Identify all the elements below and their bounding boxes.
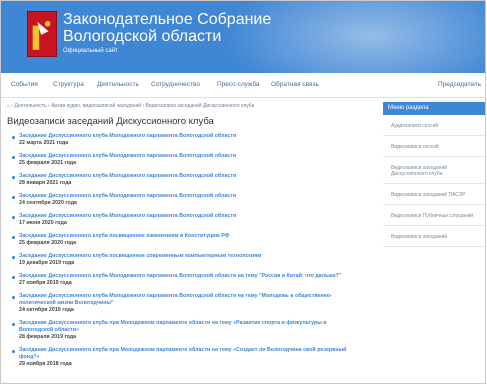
entry-link[interactable]: Заседание Дискуссионного клуба посвященн…	[19, 253, 359, 260]
entry-date: 25 февраля 2020 года	[19, 240, 77, 246]
list-item: Заседание Дискуссионного клуба Молодежно…	[12, 153, 359, 167]
entry-link[interactable]: Заседание Дискуссионного клуба Молодежно…	[19, 133, 359, 140]
nav-item-press-service[interactable]: Пресс-служба	[217, 81, 260, 88]
entry-date: 25 февраля 2021 года	[19, 160, 77, 166]
breadcrumb-path[interactable]: › Деятельность › Архив аудио, видеозапис…	[11, 103, 254, 109]
list-item: Заседание Дискуссионного клуба Молодежно…	[12, 213, 359, 227]
entry-link[interactable]: Заседание Дискуссионного клуба посвященн…	[19, 233, 359, 240]
sidebar-item-discussion-club[interactable]: Видеозаписи заседаний Дискуссионного клу…	[383, 157, 485, 184]
list-item: Заседание Дискуссионного клуба Молодежно…	[12, 133, 359, 147]
entry-date: 27 ноября 2019 года	[19, 280, 72, 286]
video-list: Заседание Дискуссионного клуба Молодежно…	[12, 133, 359, 374]
entry-date: 24 сентября 2020 года	[19, 200, 78, 206]
entry-link[interactable]: Заседание Дискуссионного клуба Молодежно…	[19, 193, 359, 200]
page-title: Видеозаписи заседаний Дискуссионного клу…	[7, 116, 214, 127]
site-title-line2: Вологодской области	[63, 28, 222, 45]
site-subtitle: Официальный сайт	[63, 48, 118, 54]
nav-item-feedback[interactable]: Обратная связь	[271, 81, 319, 88]
site-title-line1: Законодательное Собрание	[63, 11, 272, 28]
entry-link[interactable]: Заседание Дискуссионного клуба при Молод…	[19, 320, 359, 334]
nav-item-activity[interactable]: Деятельность	[97, 81, 139, 88]
section-menu-heading: Меню раздела	[383, 102, 485, 115]
coat-of-arms-graphic	[28, 12, 56, 56]
sidebar-item-public-hearings[interactable]: Видеозаписи Публичных слушаний	[383, 205, 485, 226]
site-header: Законодательное Собрание Вологодской обл…	[1, 1, 485, 73]
list-item: Заседание Дискуссионного клуба при Молод…	[12, 347, 359, 368]
nav-item-chairman[interactable]: Председатель	[438, 81, 481, 88]
coat-of-arms-icon[interactable]	[27, 11, 57, 57]
home-icon[interactable]: ⌂	[7, 103, 10, 109]
list-item: Заседание Дискуссионного клуба посвященн…	[12, 253, 359, 267]
sidebar-item-video-sessions[interactable]: Видеозаписи сессий	[383, 136, 485, 157]
entry-link[interactable]: Заседание Дискуссионного клуба Молодежно…	[19, 173, 359, 180]
entry-link[interactable]: Заседание Дискуссионного клуба при Молод…	[19, 347, 359, 361]
list-item: Заседание Дискуссионного клуба Молодежно…	[12, 293, 359, 314]
nav-item-events[interactable]: События	[11, 81, 38, 88]
list-item: Заседание Дискуссионного клуба при Молод…	[12, 320, 359, 341]
entry-link[interactable]: Заседание Дискуссионного клуба Молодежно…	[19, 273, 359, 280]
list-item: Заседание Дискуссионного клуба посвященн…	[12, 233, 359, 247]
site-title[interactable]: Законодательное Собрание Вологодской обл…	[63, 11, 271, 45]
entry-date: 24 октября 2019 года	[19, 307, 74, 313]
breadcrumb: ⌂ › Деятельность › Архив аудио, видеозап…	[7, 103, 254, 109]
section-menu: Меню раздела Аудиозаписи сессий Видеозап…	[383, 102, 485, 247]
list-item: Заседание Дискуссионного клуба Молодежно…	[12, 193, 359, 207]
entry-date: 22 марта 2021 года	[19, 140, 69, 146]
entry-date: 29 ноября 2018 года	[19, 361, 72, 367]
entry-link[interactable]: Заседание Дискуссионного клуба Молодежно…	[19, 153, 359, 160]
list-item: Заседание Дискуссионного клуба Молодежно…	[12, 273, 359, 287]
entry-date: 17 июня 2020 года	[19, 220, 67, 226]
nav-item-cooperation[interactable]: Сотрудничество	[151, 81, 200, 88]
nav-item-structure[interactable]: Структура	[53, 81, 84, 88]
list-item: Заседание Дискуссионного клуба Молодежно…	[12, 173, 359, 187]
sidebar-item-paszr[interactable]: Видеозаписи заседаний ПАСЗР	[383, 184, 485, 205]
browser-page: Законодательное Собрание Вологодской обл…	[0, 0, 486, 384]
entry-link[interactable]: Заседание Дискуссионного клуба Молодежно…	[19, 293, 359, 307]
entry-date: 19 декабря 2019 года	[19, 260, 75, 266]
sidebar-item-audio-sessions[interactable]: Аудиозаписи сессий	[383, 115, 485, 136]
entry-link[interactable]: Заседание Дискуссионного клуба Молодежно…	[19, 213, 359, 220]
main-nav: События Структура Деятельность Сотруднич…	[1, 73, 485, 98]
entry-date: 28 января 2021 года	[19, 180, 72, 186]
entry-date: 28 февраля 2019 года	[19, 334, 77, 340]
sidebar-item-video-meetings[interactable]: Видеозаписи заседаний	[383, 226, 485, 247]
